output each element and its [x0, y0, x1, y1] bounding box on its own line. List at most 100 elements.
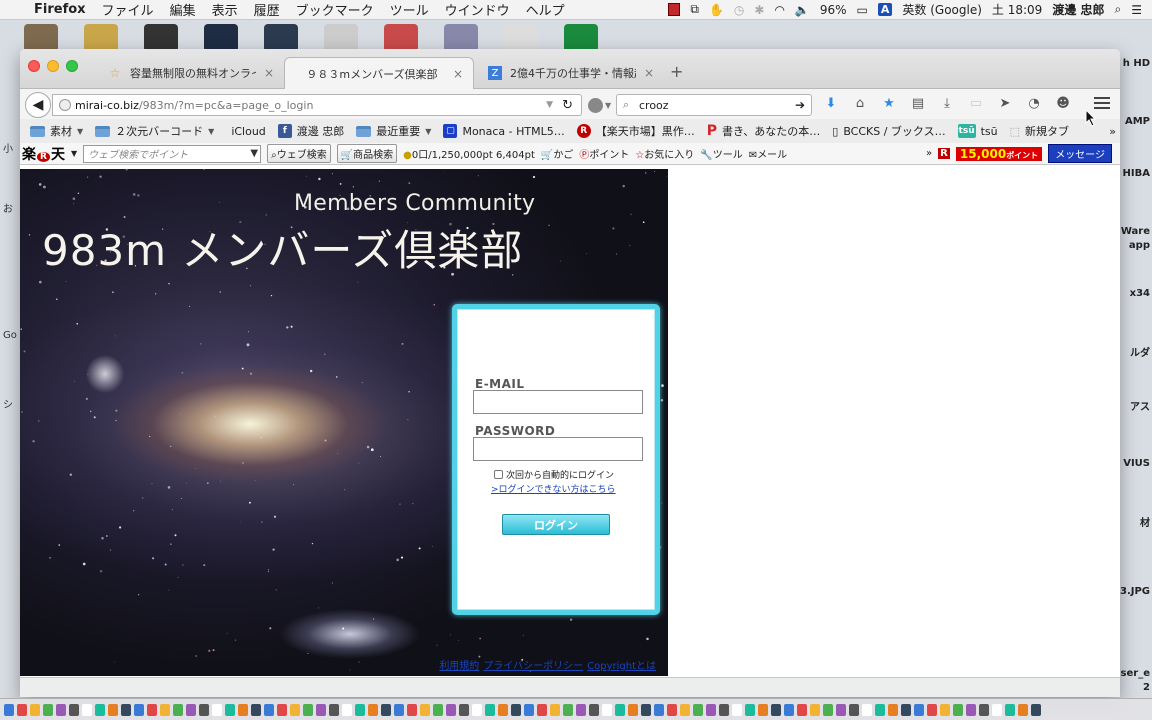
dock-app-icon[interactable]: [563, 703, 573, 716]
clock[interactable]: 土 18:09: [992, 1, 1042, 18]
desktop-label[interactable]: ルダ: [1130, 344, 1150, 359]
dock-app-icon[interactable]: [719, 703, 729, 716]
dock-app-icon[interactable]: [407, 703, 417, 716]
dock-app-icon[interactable]: [862, 703, 872, 716]
desktop-icon[interactable]: [444, 24, 478, 52]
history-dropdown-icon[interactable]: ▼: [546, 100, 553, 110]
menu-tools[interactable]: ツール: [390, 0, 429, 19]
dock-app-icon[interactable]: [550, 703, 560, 716]
dock-app-icon[interactable]: [82, 703, 92, 716]
forgot-login-link[interactable]: >ログインできない方はこちら: [491, 482, 616, 495]
bookmark-item[interactable]: f 渡邊 忠郎: [277, 123, 344, 139]
dock-app-icon[interactable]: [537, 703, 547, 716]
desktop-label[interactable]: 3.JPG: [1120, 586, 1150, 597]
product-search-button[interactable]: 🛒商品検索: [336, 144, 398, 163]
blank-extension-icon[interactable]: ▭: [967, 94, 985, 112]
home-icon[interactable]: ⌂: [851, 94, 869, 112]
dock-app-icon[interactable]: [134, 703, 144, 716]
dock-app-icon[interactable]: [771, 703, 781, 716]
dock-app-icon[interactable]: [472, 703, 482, 716]
desktop-label[interactable]: 小: [3, 140, 13, 155]
app-menu[interactable]: Firefox: [34, 2, 86, 17]
desktop-label[interactable]: h HD: [1123, 58, 1150, 69]
input-method-label[interactable]: 英数 (Google): [902, 1, 982, 18]
bookmark-item[interactable]: tsū tsū: [957, 124, 998, 138]
rakuten-logo[interactable]: 楽R天: [22, 144, 65, 164]
dock-app-icon[interactable]: [121, 703, 131, 716]
dock-app-icon[interactable]: [810, 703, 820, 716]
battery-percent[interactable]: 96%: [820, 3, 847, 17]
desktop-label[interactable]: ser_e: [1121, 668, 1150, 679]
bookmark-folder[interactable]: ２次元バーコード ▼: [95, 123, 214, 139]
dock-app-icon[interactable]: [342, 703, 352, 716]
dock-app-icon[interactable]: [940, 703, 950, 716]
dock-app-icon[interactable]: [732, 703, 742, 716]
terms-link[interactable]: 利用規約: [439, 657, 479, 672]
dock-app-icon[interactable]: [30, 703, 40, 716]
dock-app-icon[interactable]: [797, 703, 807, 716]
desktop-icon[interactable]: [204, 24, 238, 52]
dock-app-icon[interactable]: [641, 703, 651, 716]
menu-window[interactable]: ウインドウ: [445, 0, 510, 19]
desktop-label[interactable]: Go: [3, 330, 17, 341]
rakuten-r-icon[interactable]: R: [938, 148, 950, 159]
dock-app-icon[interactable]: [693, 703, 703, 716]
points-display[interactable]: ●0口/1,250,000pt 6,404pt: [403, 146, 535, 161]
dock-app-icon[interactable]: [43, 703, 53, 716]
bookmark-folder[interactable]: 素材 ▼: [30, 123, 83, 139]
desktop-label[interactable]: HIBA: [1123, 168, 1150, 179]
dock-app-icon[interactable]: [953, 703, 963, 716]
desktop-icon[interactable]: [564, 24, 598, 52]
dock-app-icon[interactable]: [602, 703, 612, 716]
dock-app-icon[interactable]: [303, 703, 313, 716]
close-window-button[interactable]: [28, 60, 40, 72]
dock-app-icon[interactable]: [108, 703, 118, 716]
user-name[interactable]: 渡邊 忠郎: [1052, 1, 1104, 18]
downloads-icon[interactable]: ⬇: [822, 94, 840, 112]
dock-app-icon[interactable]: [680, 703, 690, 716]
dock-app-icon[interactable]: [1018, 703, 1028, 716]
clipboard-icon[interactable]: ▤: [909, 94, 927, 112]
search-go-arrow-icon[interactable]: ➔: [795, 98, 805, 112]
chat-icon[interactable]: ☻: [1054, 94, 1072, 112]
dock-app-icon[interactable]: [160, 703, 170, 716]
desktop-label[interactable]: シ: [3, 396, 13, 411]
desktop-label[interactable]: お: [3, 200, 13, 215]
dock-app-icon[interactable]: [316, 703, 326, 716]
input-method-icon[interactable]: A: [877, 3, 893, 16]
bookmarks-overflow-icon[interactable]: »: [1109, 125, 1116, 138]
dock-app-icon[interactable]: [277, 703, 287, 716]
copyright-link[interactable]: Copyrightとは: [587, 657, 656, 672]
dock-app-icon[interactable]: [394, 703, 404, 716]
history-icon[interactable]: ◔: [1025, 94, 1043, 112]
dock-app-icon[interactable]: [459, 703, 469, 716]
chevron-down-icon[interactable]: ▼: [250, 148, 258, 159]
close-tab-icon[interactable]: ×: [644, 66, 654, 80]
spotlight-icon[interactable]: ⌕: [1115, 2, 1122, 17]
desktop-label[interactable]: VIUS: [1123, 458, 1150, 469]
dock-app-icon[interactable]: [1031, 703, 1041, 716]
bookmark-item[interactable]: P 書き、あなたの本…: [707, 123, 821, 139]
dock-app-icon[interactable]: [706, 703, 716, 716]
dock-app-icon[interactable]: [823, 703, 833, 716]
dock-app-icon[interactable]: [498, 703, 508, 716]
notification-center-icon[interactable]: ☰: [1131, 3, 1142, 17]
dock-app-icon[interactable]: [1005, 703, 1015, 716]
dock-app-icon[interactable]: [95, 703, 105, 716]
dock-app-icon[interactable]: [368, 703, 378, 716]
dock-app-icon[interactable]: [745, 703, 755, 716]
dock-app-icon[interactable]: [485, 703, 495, 716]
dock-app-icon[interactable]: [888, 703, 898, 716]
dock-app-icon[interactable]: [589, 703, 599, 716]
dock-app-icon[interactable]: [901, 703, 911, 716]
search-box[interactable]: ⌕ crooz ➔: [616, 94, 812, 116]
bookmark-item[interactable]: ⬚ 新規タブ: [1010, 123, 1069, 139]
menu-view[interactable]: 表示: [212, 0, 238, 19]
dock-app-icon[interactable]: [784, 703, 794, 716]
promo-banner[interactable]: 15,000ポイント: [955, 146, 1043, 161]
dock-app-icon[interactable]: [966, 703, 976, 716]
dock-app-icon[interactable]: [524, 703, 534, 716]
menu-file[interactable]: ファイル: [102, 0, 154, 19]
dock-app-icon[interactable]: [758, 703, 768, 716]
dock-app-icon[interactable]: [147, 703, 157, 716]
